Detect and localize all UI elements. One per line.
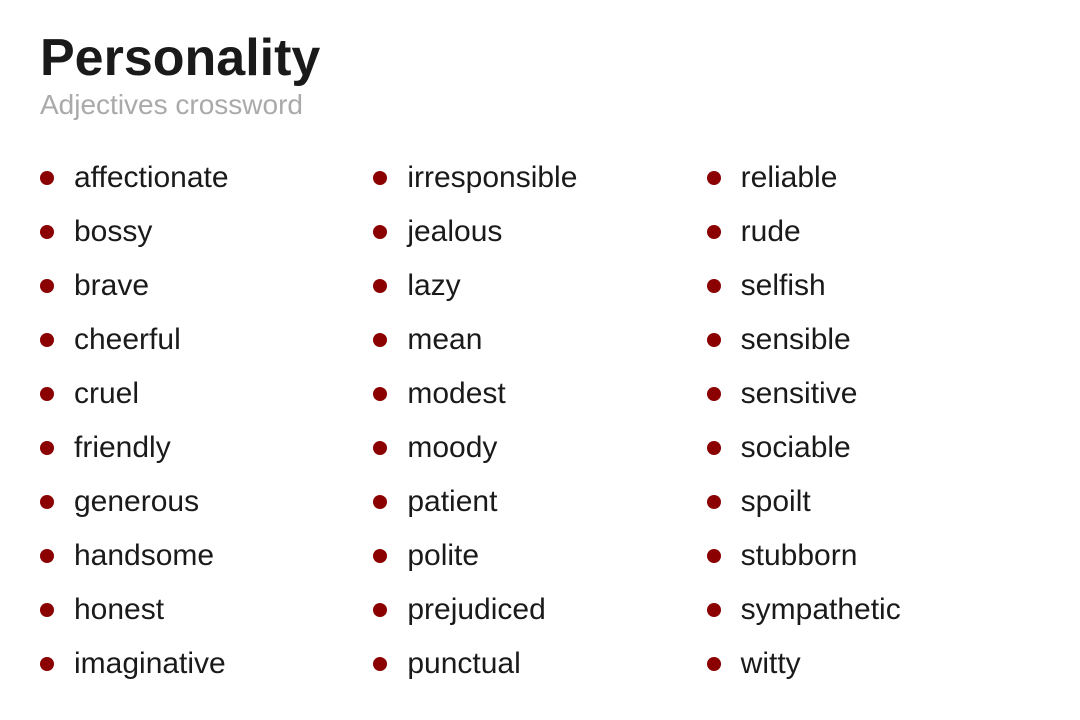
list-item: modest [373, 367, 706, 421]
bullet-dot [707, 549, 721, 563]
bullet-dot [707, 333, 721, 347]
list-item: moody [373, 421, 706, 475]
bullet-dot [373, 171, 387, 185]
list-item: patient [373, 475, 706, 529]
list-item: reliable [707, 151, 1040, 205]
list-item: jealous [373, 205, 706, 259]
list-item: polite [373, 529, 706, 583]
bullet-dot [373, 657, 387, 671]
bullet-dot [707, 225, 721, 239]
list-item: rude [707, 205, 1040, 259]
list-item: handsome [40, 529, 373, 583]
word-label: sociable [741, 431, 851, 465]
word-label: bossy [74, 215, 152, 249]
bullet-dot [373, 225, 387, 239]
word-label: cheerful [74, 323, 181, 357]
bullet-dot [40, 441, 54, 455]
bullet-dot [40, 333, 54, 347]
list-item: sympathetic [707, 583, 1040, 637]
list-item: selfish [707, 259, 1040, 313]
word-label: generous [74, 485, 199, 519]
bullet-dot [373, 549, 387, 563]
bullet-dot [373, 441, 387, 455]
list-item: punctual [373, 637, 706, 691]
bullet-dot [40, 603, 54, 617]
bullet-dot [40, 495, 54, 509]
word-label: honest [74, 593, 164, 627]
word-label: punctual [407, 647, 520, 681]
word-list-container: affectionate bossy brave cheerful cruel frien… [40, 151, 1040, 691]
list-item: brave [40, 259, 373, 313]
bullet-dot [707, 603, 721, 617]
word-label: polite [407, 539, 479, 573]
word-label: brave [74, 269, 149, 303]
bullet-dot [40, 387, 54, 401]
word-label: friendly [74, 431, 171, 465]
list-item: sociable [707, 421, 1040, 475]
bullet-dot [373, 495, 387, 509]
word-label: imaginative [74, 647, 226, 681]
list-item: prejudiced [373, 583, 706, 637]
list-item: cruel [40, 367, 373, 421]
word-label: moody [407, 431, 497, 465]
word-label: modest [407, 377, 505, 411]
word-label: spoilt [741, 485, 811, 519]
list-item: friendly [40, 421, 373, 475]
word-label: sympathetic [741, 593, 901, 627]
list-item: lazy [373, 259, 706, 313]
word-column-col2: irresponsible jealous lazy mean modest moody p… [373, 151, 706, 691]
bullet-dot [707, 171, 721, 185]
page-title: Personality [40, 30, 1040, 87]
list-item: affectionate [40, 151, 373, 205]
word-label: patient [407, 485, 497, 519]
word-label: sensitive [741, 377, 858, 411]
list-item: cheerful [40, 313, 373, 367]
bullet-dot [40, 171, 54, 185]
word-column-col1: affectionate bossy brave cheerful cruel frien… [40, 151, 373, 691]
list-item: irresponsible [373, 151, 706, 205]
bullet-dot [373, 279, 387, 293]
list-item: generous [40, 475, 373, 529]
word-label: selfish [741, 269, 826, 303]
bullet-dot [373, 603, 387, 617]
word-label: sensible [741, 323, 851, 357]
bullet-dot [40, 225, 54, 239]
bullet-dot [707, 387, 721, 401]
word-label: jealous [407, 215, 502, 249]
bullet-dot [373, 333, 387, 347]
bullet-dot [40, 549, 54, 563]
word-label: lazy [407, 269, 460, 303]
word-label: reliable [741, 161, 838, 195]
bullet-dot [707, 495, 721, 509]
word-label: witty [741, 647, 801, 681]
page-subtitle: Adjectives crossword [40, 89, 1040, 121]
list-item: mean [373, 313, 706, 367]
bullet-dot [40, 279, 54, 293]
bullet-dot [373, 387, 387, 401]
bullet-dot [707, 441, 721, 455]
list-item: imaginative [40, 637, 373, 691]
bullet-dot [707, 279, 721, 293]
word-label: prejudiced [407, 593, 545, 627]
list-item: spoilt [707, 475, 1040, 529]
word-label: affectionate [74, 161, 229, 195]
list-item: sensible [707, 313, 1040, 367]
list-item: honest [40, 583, 373, 637]
word-label: irresponsible [407, 161, 577, 195]
word-column-col3: reliable rude selfish sensible sensitive soci… [707, 151, 1040, 691]
bullet-dot [707, 657, 721, 671]
list-item: bossy [40, 205, 373, 259]
word-label: rude [741, 215, 801, 249]
word-label: handsome [74, 539, 214, 573]
list-item: witty [707, 637, 1040, 691]
word-label: mean [407, 323, 482, 357]
list-item: stubborn [707, 529, 1040, 583]
list-item: sensitive [707, 367, 1040, 421]
word-label: cruel [74, 377, 139, 411]
bullet-dot [40, 657, 54, 671]
word-label: stubborn [741, 539, 858, 573]
